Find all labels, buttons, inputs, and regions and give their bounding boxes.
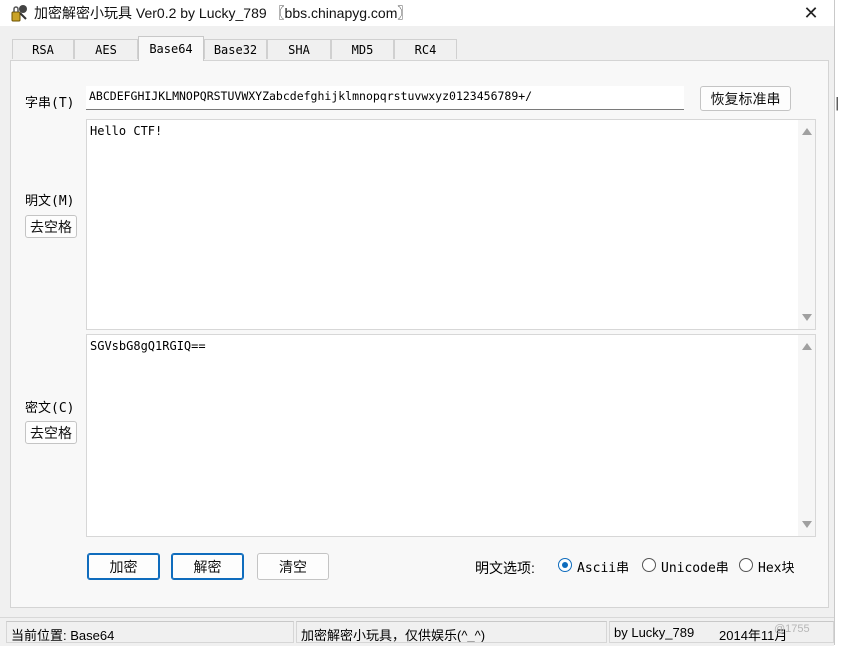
watermark-text: @1755: [774, 623, 810, 635]
tab-label: SHA: [288, 42, 310, 57]
restore-charset-button[interactable]: 恢复标准串: [700, 86, 791, 111]
encrypt-button[interactable]: 加密: [87, 553, 160, 580]
ciphertext-scrollbar[interactable]: [798, 335, 815, 536]
scroll-down-icon[interactable]: [802, 521, 812, 528]
app-window: 加密解密小玩具 Ver0.2 by Lucky_789 〖bbs.chinapy…: [0, 0, 835, 646]
status-author: by Lucky_789: [609, 621, 715, 643]
ascii-radio-label[interactable]: Ascii串: [577, 557, 629, 576]
tab-sha[interactable]: SHA: [267, 39, 331, 59]
ciphertext-textarea[interactable]: SGVsbG8gQ1RGIQ==: [86, 334, 816, 537]
tab-rsa[interactable]: RSA: [12, 39, 74, 59]
tab-label: AES: [95, 42, 117, 57]
scroll-up-icon[interactable]: [802, 128, 812, 135]
status-bar: 当前位置: Base64 加密解密小玩具，仅供娱乐(^_^) by Lucky_…: [0, 617, 834, 646]
plaintext-textarea[interactable]: Hello CTF!: [86, 119, 816, 330]
charset-input[interactable]: ABCDEFGHIJKLMNOPQRSTUVWXYZabcdefghijklmn…: [86, 86, 684, 110]
hex-radio[interactable]: [739, 558, 753, 572]
ciphertext-label: 密文(C): [25, 401, 75, 416]
plaintext-content: Hello CTF!: [90, 124, 163, 138]
close-button[interactable]: ✕: [788, 0, 834, 26]
tab-label: Base64: [149, 42, 193, 56]
ciphertext-content: SGVsbG8gQ1RGIQ==: [90, 339, 206, 353]
unicode-radio[interactable]: [642, 558, 656, 572]
ascii-radio[interactable]: [558, 558, 572, 572]
plaintext-options-label: 明文选项:: [475, 560, 535, 576]
scroll-down-icon[interactable]: [802, 314, 812, 321]
scroll-up-icon[interactable]: [802, 343, 812, 350]
clear-button[interactable]: 清空: [257, 553, 329, 580]
plaintext-scrollbar[interactable]: [798, 120, 815, 329]
tab-label: RC4: [414, 42, 437, 57]
tab-rc4[interactable]: RC4: [394, 39, 457, 59]
tab-label: MD5: [351, 42, 374, 57]
ciphertext-strip-spaces-button[interactable]: 去空格: [25, 421, 77, 444]
tab-label: RSA: [32, 42, 54, 57]
plaintext-strip-spaces-button[interactable]: 去空格: [25, 215, 77, 238]
unicode-radio-label[interactable]: Unicode串: [661, 557, 729, 576]
charset-label: 字串(T): [25, 96, 75, 111]
tab-aes[interactable]: AES: [74, 39, 138, 59]
hex-radio-label[interactable]: Hex块: [758, 557, 794, 576]
status-message: 加密解密小玩具，仅供娱乐(^_^): [296, 621, 607, 643]
window-title: 加密解密小玩具 Ver0.2 by Lucky_789 〖bbs.chinapy…: [34, 5, 412, 21]
tab-label: Base32: [213, 42, 258, 57]
tab-md5[interactable]: MD5: [331, 39, 394, 59]
background-text-fragment: |: [835, 96, 840, 111]
tab-base32[interactable]: Base32: [204, 39, 267, 59]
close-icon: ✕: [803, 2, 819, 24]
decrypt-button[interactable]: 解密: [171, 553, 244, 580]
app-icon: [11, 5, 27, 22]
title-bar: 加密解密小玩具 Ver0.2 by Lucky_789 〖bbs.chinapy…: [0, 0, 834, 26]
tab-base64[interactable]: Base64: [138, 36, 204, 61]
status-current-position: 当前位置: Base64: [6, 621, 294, 643]
plaintext-label: 明文(M): [25, 194, 75, 209]
